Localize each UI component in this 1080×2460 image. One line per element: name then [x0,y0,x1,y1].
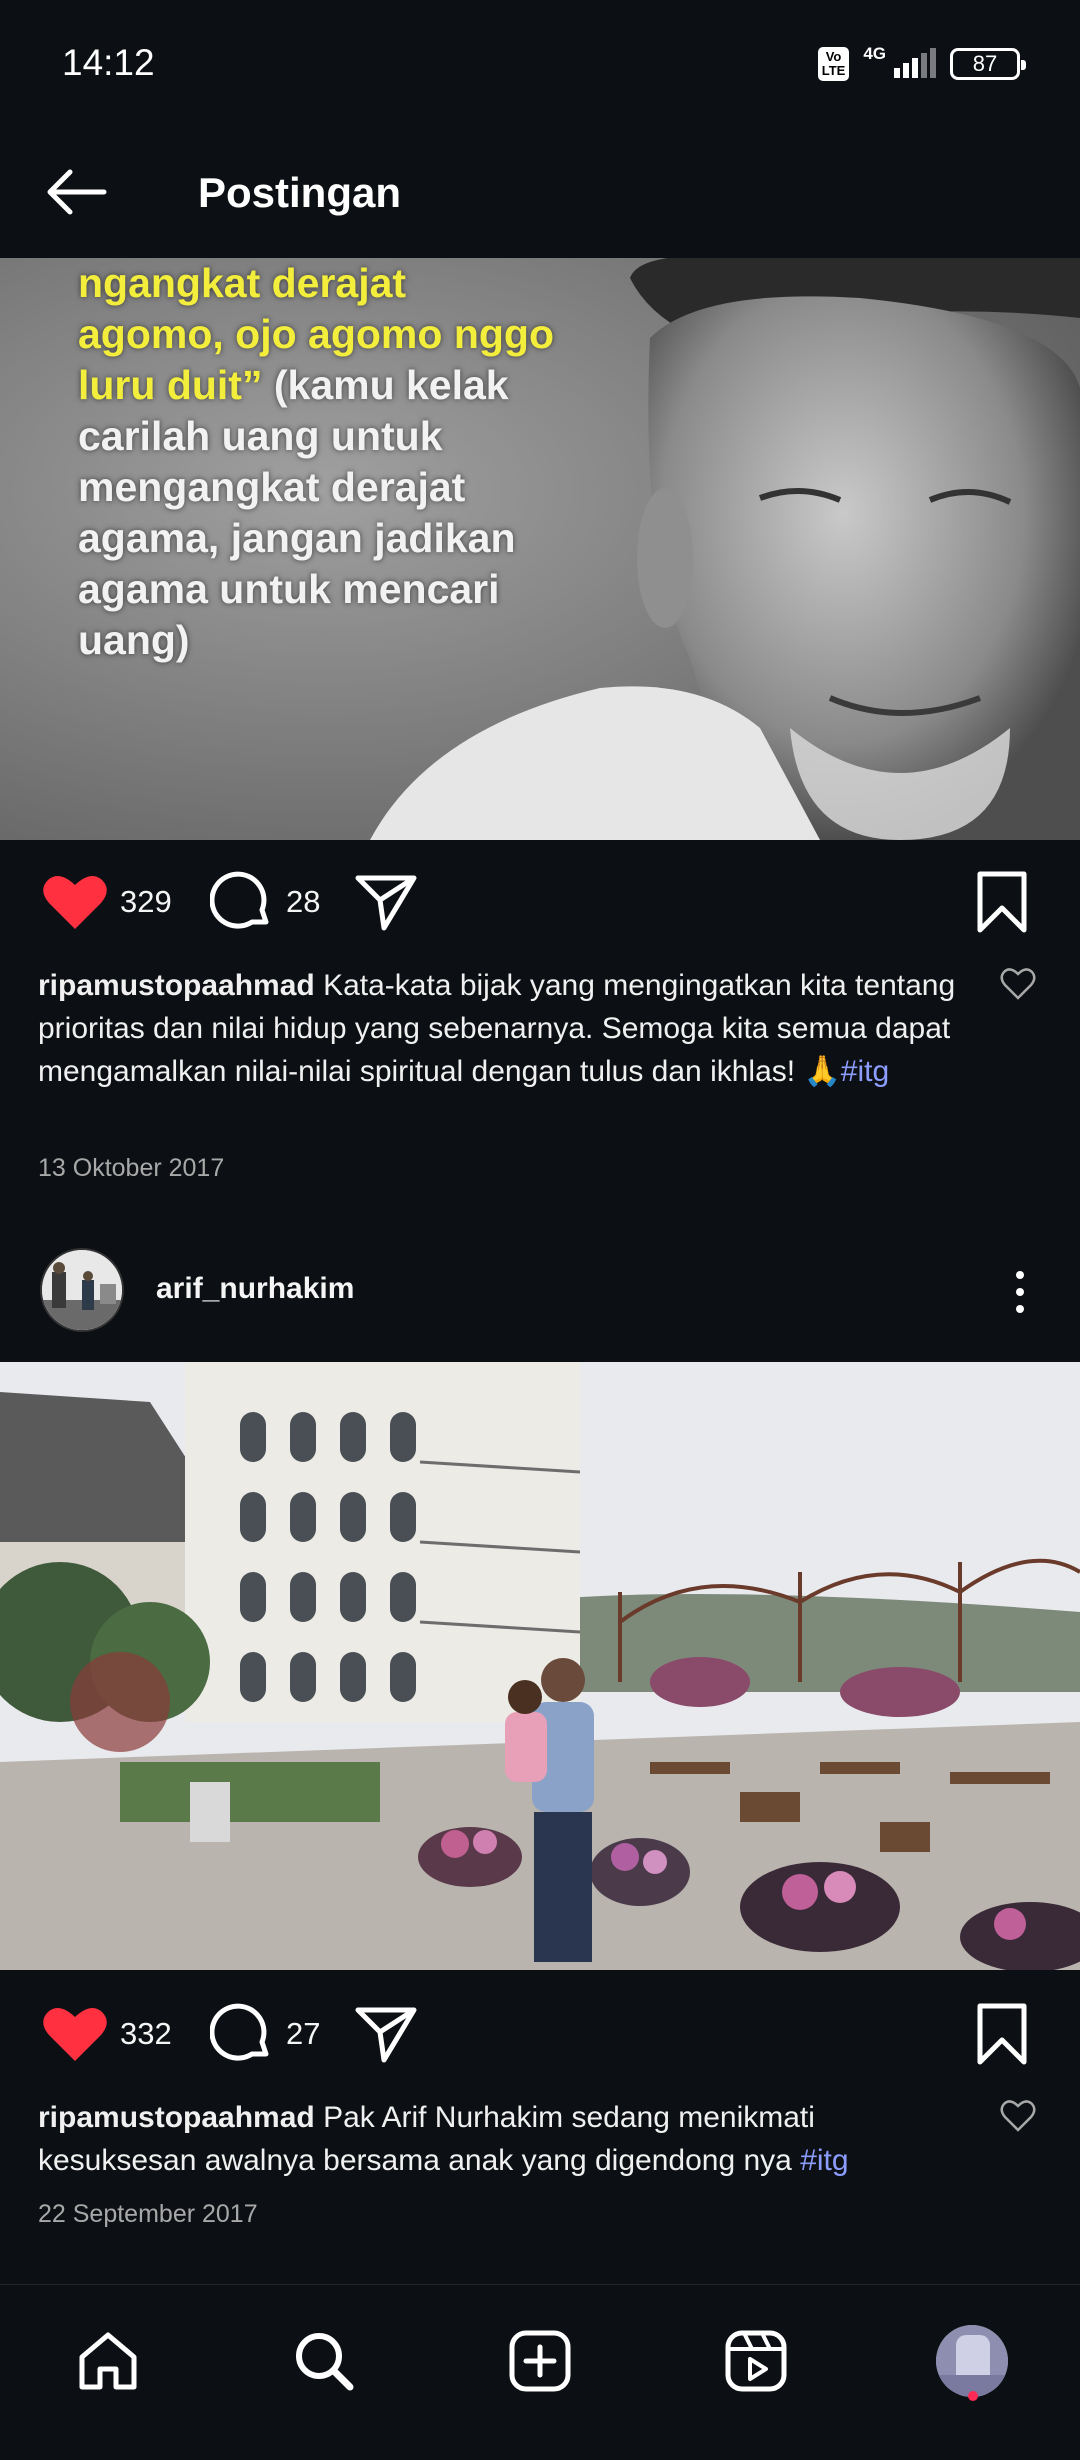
status-time: 14:12 [62,42,155,83]
nav-home[interactable] [58,2311,158,2411]
heart-filled-icon [43,876,107,929]
bottom-nav [0,2284,1080,2460]
like-button[interactable]: 332 [42,1994,172,2074]
arrow-left-icon [47,169,107,215]
signal-icon [894,48,936,78]
post-actions: 329 28 [0,862,1080,942]
save-button[interactable] [974,1994,1030,2074]
like-count: 329 [120,884,172,919]
post-caption: ripamustopaahmad Pak Arif Nurhakim sedan… [38,2096,978,2182]
avatar[interactable] [40,1248,124,1332]
post-image[interactable]: ngangkat derajat agomo, ojo agomo nggo l… [0,258,1080,840]
nav-reels[interactable] [706,2311,806,2411]
caption-like-icon[interactable] [1000,966,1036,1002]
heart-filled-icon [43,2008,107,2061]
save-button[interactable] [974,862,1030,942]
author-username[interactable]: arif_nurhakim [156,1272,354,1306]
volte-icon: Vo LTE [817,47,850,81]
caption-username[interactable]: ripamustopaahmad [38,2101,315,2134]
like-count: 332 [120,2016,172,2051]
share-button[interactable] [354,862,418,942]
post-date: 13 Oktober 2017 [38,1154,225,1182]
comment-count: 28 [286,884,321,919]
comment-icon [210,2003,269,2061]
caption-username[interactable]: ripamustopaahmad [38,969,315,1002]
back-button[interactable] [40,156,112,228]
post-date: 22 September 2017 [38,2200,258,2228]
author-avatar-image [42,1250,122,1330]
battery-icon: 87 [950,48,1026,80]
caption-hashtag[interactable]: #itg [841,1055,889,1088]
comment-icon [210,871,269,929]
more-dot-icon [1016,1288,1024,1296]
garden-photo-image [0,1362,1080,1970]
profile-avatar [936,2325,1008,2397]
caption-hashtag[interactable]: #itg [800,2144,848,2177]
more-options-button[interactable] [1000,1262,1040,1322]
like-button[interactable]: 329 [42,862,172,942]
more-dot-icon [1016,1305,1024,1313]
notification-dot [968,2391,978,2401]
profile-avatar-image [936,2325,1008,2397]
post-caption: ripamustopaahmad Kata-kata bijak yang me… [38,964,978,1093]
send-icon [355,2007,417,2063]
network-type: 4G [863,44,886,63]
reels-icon [725,2330,787,2392]
home-icon [79,2332,137,2390]
image-quote-text: ngangkat derajat agomo, ojo agomo nggo l… [78,258,638,666]
page-title: Postingan [198,169,402,216]
comment-button[interactable]: 28 [210,862,320,942]
bookmark-icon [977,871,1027,933]
search-icon [296,2333,354,2391]
top-bar: Postingan [0,130,1080,258]
caption-like-icon[interactable] [1000,2098,1036,2134]
post-header: arif_nurhakim [0,1244,1080,1340]
share-button[interactable] [354,1994,418,2074]
post-actions: 332 27 [0,1994,1080,2074]
send-icon [355,875,417,931]
comment-button[interactable]: 27 [210,1994,320,2074]
more-dot-icon [1016,1271,1024,1279]
create-icon [509,2330,571,2392]
battery-level: 87 [972,51,998,76]
status-bar: 14:12 Vo LTE 4G 87 [0,0,1080,130]
bookmark-icon [977,2003,1027,2065]
status-icons: Vo LTE 4G 87 [817,44,1026,82]
nav-create[interactable] [490,2311,590,2411]
post-image[interactable] [0,1362,1080,1970]
nav-search[interactable] [274,2311,374,2411]
comment-count: 27 [286,2016,321,2051]
